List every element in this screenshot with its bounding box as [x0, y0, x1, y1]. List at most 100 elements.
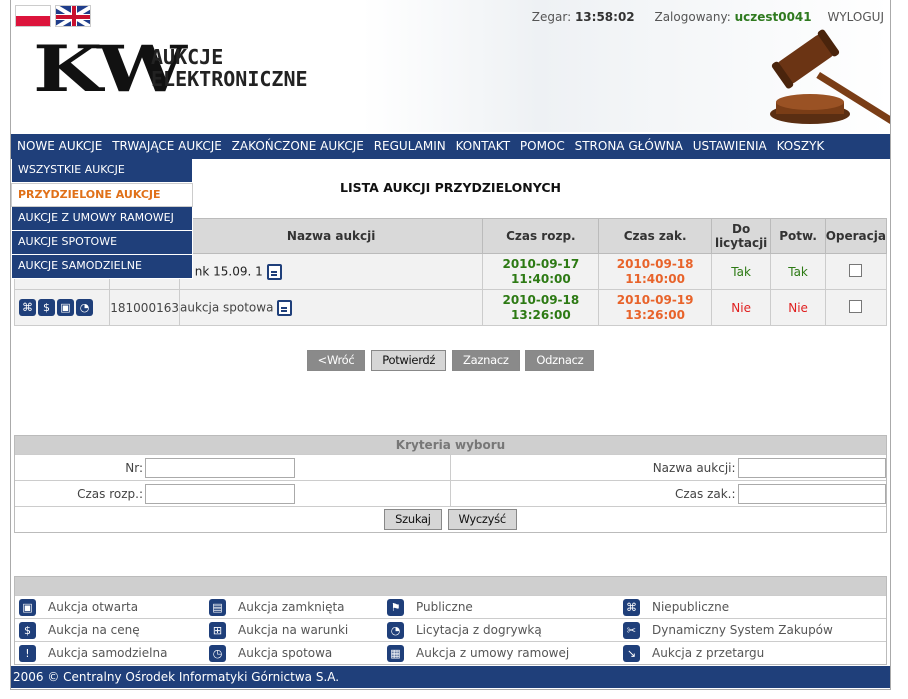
extra-time-icon[interactable]: ◔ [76, 299, 93, 316]
auction-name[interactable]: aukcja spotowa [180, 300, 273, 314]
row-start: 2010-09-18 13:26:00 [482, 289, 600, 326]
legend-label: Aukcja otwarta [48, 600, 139, 614]
col-start: Czas rozp. [482, 218, 600, 254]
nav-home[interactable]: STRONA GŁÓWNA [569, 134, 683, 159]
end-time: 13:26:00 [625, 307, 685, 322]
logo-line-1: AUKCJE [151, 45, 224, 69]
row-start: 2010-09-17 11:40:00 [482, 253, 600, 290]
framework-auction-icon: ▦ [387, 644, 404, 662]
nav-finished-auctions[interactable]: ZAKOŃCZONE AUKCJE [226, 134, 364, 159]
legend-label: Publiczne [416, 600, 473, 614]
col-operation: Operacja [824, 218, 888, 254]
legend-label: Aukcja samodzielna [48, 646, 168, 660]
row-icons: ⌘ $ ▣ ◔ [13, 289, 111, 326]
nav-cart[interactable]: KOSZYK [771, 134, 825, 159]
col-name: Nazwa aukcji [178, 218, 484, 254]
col-confirmed: Potw. [770, 218, 826, 254]
end-label: Czas zak.: [674, 486, 736, 501]
table-row: ⌘ $ ▣ ◔ 181000163 aukcja spotowa 2010-09-18… [13, 289, 888, 326]
price-auction-icon[interactable]: $ [38, 299, 55, 316]
col-to-bid: Do licytacji [710, 218, 772, 254]
legend-label: Dynamiczny System Zakupów [652, 623, 833, 637]
start-date: 2010-09-18 [502, 292, 580, 307]
legend-label: Niepubliczne [652, 600, 730, 614]
main-nav: NOWE AUKCJE TRWAJĄCE AUKCJE ZAKOŃCZONE A… [11, 134, 890, 159]
spot-auction-icon: ◷ [209, 644, 226, 662]
back-button[interactable]: <Wróć [306, 350, 366, 371]
end-time: 11:40:00 [625, 271, 685, 286]
deselect-all-button[interactable]: Odznacz [525, 350, 595, 371]
legend-label: Aukcja z przetargu [652, 646, 765, 660]
dynamic-system-icon: ✂ [623, 621, 640, 639]
open-auction-icon[interactable]: ▣ [57, 299, 74, 316]
price-auction-icon: $ [19, 621, 36, 639]
row-operation [824, 253, 888, 290]
icon-legend: ▣ Aukcja otwarta ▤ Aukcja zamknięta ⚑ Publi… [14, 576, 887, 665]
nav-ongoing-auctions[interactable]: TRWAJĄCE AUKCJE [106, 134, 222, 159]
row-confirmed: Tak [770, 253, 826, 290]
menu-item-standalone[interactable]: AUKCJE SAMODZIELNE [11, 255, 193, 279]
end-time-input[interactable] [737, 483, 886, 504]
start-time: 11:40:00 [511, 271, 571, 286]
document-icon[interactable] [277, 299, 293, 316]
start-time-input[interactable] [145, 483, 295, 504]
public-icon: ⚑ [387, 598, 404, 616]
start-date: 2010-09-17 [502, 256, 580, 271]
row-confirmed: Nie [770, 289, 826, 326]
non-public-icon: ⌘ [623, 598, 640, 616]
standalone-auction-icon: ! [19, 644, 36, 662]
nr-label: Nr: [125, 460, 143, 475]
col-end: Czas zak. [598, 218, 712, 254]
english-flag-icon[interactable] [55, 5, 91, 27]
menu-item-framework[interactable]: AUKCJE Z UMOWY RAMOWEJ [11, 207, 193, 231]
search-criteria: Kryteria wyboru Nr: Nazwa aukcji: Czas r… [14, 435, 887, 533]
cart-icon: ⊞ [209, 621, 226, 639]
criteria-title: Kryteria wyboru [15, 436, 886, 454]
menu-item-spot[interactable]: AUKCJE SPOTOWE [11, 231, 193, 255]
nav-contact[interactable]: KONTAKT [450, 134, 511, 159]
search-button[interactable]: Szukaj [384, 509, 442, 530]
legend-label: Aukcja spotowa [238, 646, 333, 660]
row-name: st nk 15.09. 1 [178, 253, 484, 290]
nav-help[interactable]: POMOC [514, 134, 565, 159]
start-time: 13:26:00 [511, 307, 571, 322]
row-operation [824, 289, 888, 326]
non-public-icon[interactable]: ⌘ [19, 299, 36, 316]
row-checkbox[interactable] [849, 263, 863, 277]
name-label: Nazwa aukcji: [652, 460, 736, 475]
header: Zegar: 13:58:02 Zalogowany: uczest0041 W… [11, 0, 890, 132]
clear-button[interactable]: Wyczyść [447, 509, 517, 530]
menu-item-all[interactable]: WSZYSTKIE AUKCJE [11, 159, 193, 183]
legend-label: Aukcja na cenę [48, 623, 140, 637]
polish-flag-icon[interactable] [15, 5, 51, 27]
nav-new-auctions[interactable]: NOWE AUKCJE [11, 134, 102, 159]
row-checkbox[interactable] [849, 299, 863, 313]
gavel-icon [770, 29, 890, 126]
document-icon[interactable] [266, 263, 282, 280]
page-frame: Zegar: 13:58:02 Zalogowany: uczest0041 W… [10, 0, 891, 690]
menu-item-assigned[interactable]: PRZYDZIELONE AUKCJE [11, 183, 193, 207]
logo-line-2: ELEKTRONICZNE [151, 67, 308, 91]
nr-input[interactable] [145, 457, 295, 478]
row-end: 2010-09-19 13:26:00 [598, 289, 712, 326]
select-all-button[interactable]: Zaznacz [452, 350, 520, 371]
row-end: 2010-09-18 11:40:00 [598, 253, 712, 290]
start-label: Czas rozp.: [77, 486, 143, 501]
logo-subtitle: AUKCJE ELEKTRONICZNE [151, 46, 308, 90]
closed-auction-icon: ▤ [209, 598, 226, 616]
clock-label: Zegar: [531, 10, 572, 24]
confirm-button[interactable]: Potwierdź [371, 350, 447, 371]
nav-regulations[interactable]: REGULAMIN [368, 134, 446, 159]
end-date: 2010-09-18 [616, 256, 694, 271]
nav-settings[interactable]: USTAWIENIA [687, 134, 767, 159]
footer: 2006 © Centralny Ośrodek Informatyki Gór… [11, 666, 890, 688]
legend-label: Aukcja na warunki [238, 623, 349, 637]
legend-header [15, 577, 886, 595]
auction-name-input[interactable] [737, 457, 886, 478]
open-auction-icon: ▣ [19, 598, 36, 616]
end-date: 2010-09-19 [616, 292, 694, 307]
extra-time-icon: ◔ [387, 621, 404, 639]
action-buttons: <Wróć Potwierdź Zaznacz Odznacz [11, 350, 890, 371]
legend-label: Aukcja zamknięta [238, 600, 345, 614]
legend-label: Aukcja z umowy ramowej [416, 646, 570, 660]
